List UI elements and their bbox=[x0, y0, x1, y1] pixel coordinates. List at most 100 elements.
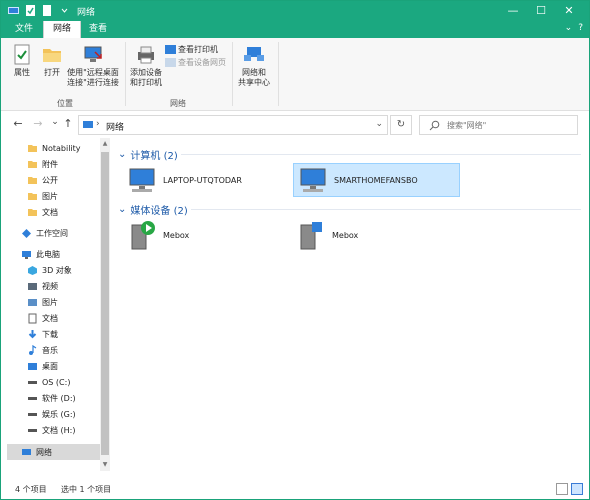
view-device-page-label: 查看设备网页 bbox=[178, 58, 226, 67]
ribbon-separator bbox=[278, 42, 279, 106]
large-icons-view-button[interactable] bbox=[571, 483, 583, 495]
pictures-icon bbox=[28, 298, 37, 306]
recent-locations-button[interactable]: ⌄ bbox=[48, 117, 62, 127]
open-button[interactable]: 打开 bbox=[39, 44, 65, 78]
sidebar-item-label: 文档 bbox=[42, 313, 58, 323]
close-button[interactable]: ✕ bbox=[554, 1, 584, 21]
computer-item[interactable]: LAPTOP-UTQTODAR bbox=[127, 164, 291, 196]
sidebar-item-documents[interactable]: 文档 bbox=[7, 310, 101, 326]
video-icon bbox=[28, 282, 37, 290]
sidebar-item-videos[interactable]: 视频 bbox=[7, 278, 101, 294]
address-dropdown-icon[interactable]: ⌄ bbox=[375, 119, 383, 129]
workspace-icon bbox=[22, 228, 31, 238]
sidebar-item-network[interactable]: 网络 bbox=[7, 444, 101, 460]
network-icon bbox=[83, 121, 93, 128]
remote-desktop-button[interactable]: 使用"远程桌面 连接"进行连接 bbox=[65, 44, 121, 88]
sidebar-item-pictures-folder[interactable]: 图片 bbox=[7, 188, 101, 204]
sidebar-item-documents-folder[interactable]: 文档 bbox=[7, 204, 101, 220]
sidebar-item-pictures[interactable]: 图片 bbox=[7, 294, 101, 310]
sidebar-item-label: 图片 bbox=[42, 297, 58, 307]
properties-quick-icon[interactable] bbox=[24, 4, 37, 17]
pc-icon bbox=[22, 250, 31, 259]
tab-view[interactable]: 查看 bbox=[80, 21, 116, 38]
computer-item-selected[interactable]: SMARTHOMEFANSBO bbox=[293, 163, 460, 197]
customize-dropdown-icon[interactable] bbox=[58, 4, 71, 17]
new-folder-quick-icon[interactable] bbox=[41, 4, 54, 17]
view-printers-button[interactable]: 查看打印机 bbox=[165, 44, 218, 55]
details-view-button[interactable] bbox=[556, 483, 568, 495]
selected-count: 选中 1 个项目 bbox=[61, 485, 112, 494]
drive-icon bbox=[28, 396, 37, 400]
address-bar[interactable]: › 网络 ⌄ bbox=[78, 115, 388, 135]
maximize-button[interactable]: ☐ bbox=[526, 1, 556, 21]
sidebar-item-label: 3D 对象 bbox=[42, 265, 72, 275]
properties-label: 属性 bbox=[14, 68, 30, 77]
group-computers-header[interactable]: ⌄ 计算机 (2) bbox=[118, 147, 178, 162]
sidebar-item-label: OS (C:) bbox=[42, 377, 71, 387]
ribbon-separator bbox=[232, 42, 233, 106]
media-device-item[interactable]: Mebox bbox=[129, 219, 289, 251]
documents-icon bbox=[28, 313, 37, 323]
scroll-down-arrow[interactable]: ▼ bbox=[100, 460, 110, 470]
network-sharing-center-button[interactable]: 网络和 共享中心 bbox=[235, 44, 273, 88]
group-computers-label: 计算机 (2) bbox=[130, 151, 178, 162]
up-button[interactable]: ↑ bbox=[61, 117, 75, 130]
forward-button[interactable]: → bbox=[31, 117, 45, 130]
sidebar-item-music[interactable]: 音乐 bbox=[7, 342, 101, 358]
open-folder-icon bbox=[43, 49, 61, 62]
music-icon bbox=[29, 344, 37, 355]
refresh-button[interactable]: ↻ bbox=[390, 115, 412, 135]
group-divider bbox=[191, 209, 581, 210]
search-icon bbox=[429, 120, 440, 131]
quick-access-toolbar bbox=[7, 4, 71, 17]
network-sharing-icon bbox=[244, 47, 264, 61]
sidebar-item-drive-h[interactable]: 文档 (H:) bbox=[7, 422, 101, 438]
sidebar-item-label: 网络 bbox=[36, 447, 52, 457]
sidebar-item-public[interactable]: 公开 bbox=[7, 172, 101, 188]
group-media-header[interactable]: ⌄ 媒体设备 (2) bbox=[118, 202, 188, 217]
sidebar-item-drive-c[interactable]: OS (C:) bbox=[7, 374, 101, 390]
media-server-icon bbox=[131, 221, 155, 250]
sidebar-item-3d-objects[interactable]: 3D 对象 bbox=[7, 262, 101, 278]
view-toggle bbox=[556, 483, 583, 495]
sidebar-item-workspace[interactable]: 工作空间 bbox=[7, 225, 101, 241]
search-box[interactable]: 搜索"网络" bbox=[419, 115, 578, 135]
sidebar-item-desktop[interactable]: 桌面 bbox=[7, 358, 101, 374]
sidebar-item-label: 视频 bbox=[42, 281, 58, 291]
sidebar-item-label: 软件 (D:) bbox=[42, 393, 76, 403]
collapse-ribbon-icon[interactable]: ⌄ bbox=[565, 23, 573, 33]
remote-desktop-icon bbox=[84, 46, 102, 62]
view-device-page-button[interactable]: 查看设备网页 bbox=[165, 57, 226, 68]
sidebar-item-downloads[interactable]: 下载 bbox=[7, 326, 101, 342]
media-device-name: Mebox bbox=[332, 230, 359, 240]
search-placeholder: 搜索"网络" bbox=[447, 121, 487, 130]
sidebar-item-this-pc[interactable]: 此电脑 bbox=[7, 246, 101, 262]
folder-icon bbox=[28, 208, 37, 216]
sidebar-item-label: Notability bbox=[42, 143, 81, 153]
properties-icon bbox=[14, 44, 30, 65]
scroll-up-arrow[interactable]: ▲ bbox=[100, 139, 110, 149]
tab-network[interactable]: 网络 bbox=[43, 21, 82, 38]
sidebar-item-drive-g[interactable]: 娱乐 (G:) bbox=[7, 406, 101, 422]
sidebar-item-label: 音乐 bbox=[42, 345, 58, 355]
media-device-name: Mebox bbox=[163, 230, 190, 240]
back-button[interactable]: ← bbox=[11, 117, 25, 130]
sidebar-item-notability[interactable]: Notability bbox=[7, 140, 101, 156]
help-icon[interactable]: ? bbox=[578, 23, 583, 33]
computer-icon bbox=[300, 168, 326, 192]
address-text: 网络 bbox=[106, 123, 125, 133]
sidebar-item-drive-d[interactable]: 软件 (D:) bbox=[7, 390, 101, 406]
tab-file[interactable]: 文件 bbox=[6, 21, 42, 38]
explorer-window: 网络 — ☐ ✕ 文件 网络 查看 ⌄ ? 属性 打开 使用"远程桌面 连接"进… bbox=[0, 0, 590, 500]
minimize-button[interactable]: — bbox=[498, 1, 528, 21]
remote-desktop-label-1: 使用"远程桌面 bbox=[67, 68, 119, 77]
scroll-thumb[interactable] bbox=[101, 152, 109, 455]
add-device-button[interactable]: 添加设备 和打印机 bbox=[127, 44, 165, 88]
properties-button[interactable]: 属性 bbox=[9, 44, 35, 78]
add-device-label-2: 和打印机 bbox=[130, 78, 162, 87]
drive-icon bbox=[28, 380, 37, 384]
sidebar-scrollbar[interactable]: ▲ ▼ bbox=[100, 138, 110, 471]
media-device-item[interactable]: Mebox bbox=[298, 219, 458, 251]
sidebar-item-label: 文档 bbox=[42, 207, 58, 217]
sidebar-item-attachments[interactable]: 附件 bbox=[7, 156, 101, 172]
